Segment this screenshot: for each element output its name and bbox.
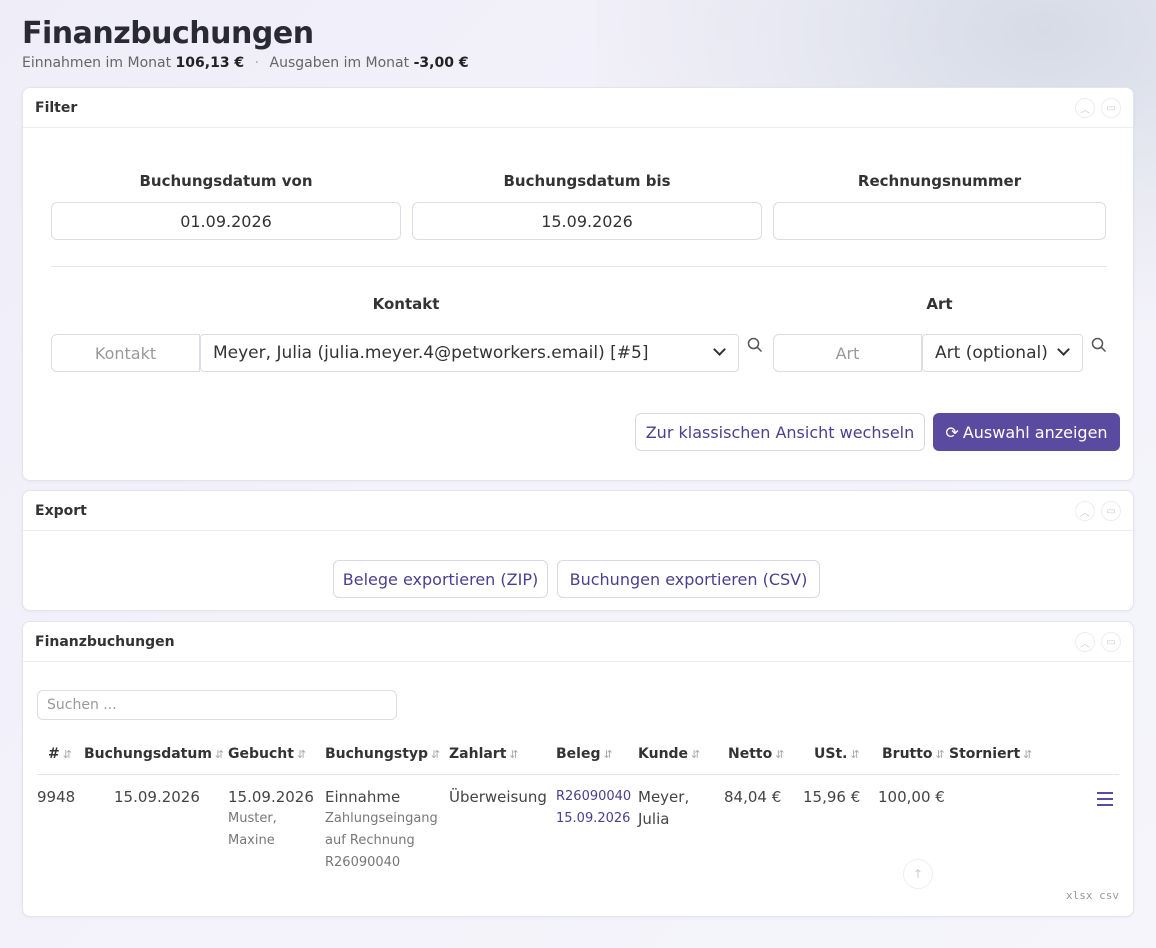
contact-select[interactable]: Meyer, Julia (julia.meyer.4@petworkers.e… [200, 334, 739, 372]
sort-icon: ⇵ [296, 748, 307, 761]
scroll-up-icon[interactable]: ↑ [903, 859, 933, 889]
column-header-receipt[interactable]: Beleg ⇵ [556, 746, 613, 762]
classic-view-button[interactable]: Zur klassischen Ansicht wechseln [635, 413, 925, 451]
invoice-number-label: Rechnungsnummer [857, 172, 1022, 190]
bookings-panel-title: Finanzbuchungen [35, 633, 175, 650]
apply-filter-button[interactable]: ⟳ Auswahl anzeigen [933, 413, 1120, 451]
sort-icon: ⇵ [691, 748, 701, 761]
filter-panel-title: Filter [35, 99, 78, 116]
receipt-date-link[interactable]: 15.09.2026 [556, 808, 631, 830]
cell-gross: 100,00 € [878, 788, 945, 806]
date-to-input[interactable]: 15.09.2026 [412, 202, 762, 240]
cell-payment-method: Überweisung [449, 788, 547, 806]
sort-icon: ⇵ [775, 748, 785, 761]
export-panel-header: Export ︿ ▭ [23, 491, 1133, 531]
date-to-label: Buchungsdatum bis [503, 172, 671, 190]
column-header-net[interactable]: Netto ⇵ [728, 746, 784, 762]
export-panel: Export ︿ ▭ Belege exportieren (ZIP) Buch… [22, 490, 1134, 611]
chevron-down-icon [713, 343, 726, 356]
bookings-panel-header: Finanzbuchungen ︿ ▭ [23, 622, 1133, 662]
page-title: Finanzbuchungen [22, 16, 314, 51]
collapse-icon[interactable]: ︿ [1075, 501, 1095, 521]
sort-icon: ⇵ [509, 748, 519, 761]
page-header: Finanzbuchungen Einnahmen im Monat 106,1… [22, 16, 469, 71]
column-header-customer[interactable]: Kunde ⇵ [638, 746, 700, 762]
expense-label: Ausgaben im Monat [269, 55, 410, 71]
export-panel-tools: ︿ ▭ [1075, 501, 1121, 521]
bookings-panel-tools: ︿ ▭ [1075, 632, 1121, 652]
collapse-icon[interactable]: ︿ [1075, 632, 1095, 652]
invoice-number-input[interactable] [773, 202, 1106, 240]
column-header-id[interactable]: # ⇵ [48, 746, 72, 762]
column-header-vat[interactable]: USt. ⇵ [814, 746, 860, 762]
sort-icon: ⇵ [431, 748, 441, 761]
cell-customer-line1: Meyer, [638, 788, 690, 806]
sort-icon: ⇵ [1023, 748, 1033, 761]
date-from-label: Buchungsdatum von [139, 172, 313, 190]
cell-type-desc-line2: auf Rechnung [325, 833, 415, 848]
column-header-gross[interactable]: Brutto ⇵ [882, 746, 945, 762]
contact-select-value: Meyer, Julia (julia.meyer.4@petworkers.e… [213, 343, 649, 363]
stats-separator: · [254, 55, 260, 71]
cell-type-desc-line1: Zahlungseingang [325, 811, 438, 826]
print-icon[interactable]: ▭ [1101, 501, 1121, 521]
cell-vat: 15,96 € [803, 788, 861, 806]
export-csv-button[interactable]: Buchungen exportieren (CSV) [557, 560, 820, 598]
sort-icon: ⇵ [935, 748, 945, 761]
column-header-booking-date[interactable]: Buchungsdatum ⇵ [84, 746, 224, 762]
type-select[interactable]: Art (optional) [922, 334, 1083, 372]
cell-booking-date: 15.09.2026 [114, 788, 200, 806]
cell-booking-type: Einnahme Zahlungseingang auf Rechnung R2… [325, 786, 438, 874]
cell-booked-date: 15.09.2026 [228, 788, 314, 806]
print-icon[interactable]: ▭ [1101, 98, 1121, 118]
refresh-icon: ⟳ [945, 422, 959, 442]
cell-customer: Meyer, Julia [638, 786, 689, 830]
export-zip-button[interactable]: Belege exportieren (ZIP) [333, 560, 548, 598]
cell-customer-line2: Julia [638, 810, 670, 828]
filter-panel-header: Filter ︿ ▭ [23, 88, 1133, 128]
column-header-booked[interactable]: Gebucht ⇵ [228, 746, 306, 762]
contact-label: Kontakt [372, 295, 440, 313]
collapse-icon[interactable]: ︿ [1075, 98, 1095, 118]
column-header-cancelled[interactable]: Storniert ⇵ [949, 746, 1032, 762]
column-header-payment-method[interactable]: Zahlart ⇵ [449, 746, 519, 762]
expense-value: -3,00 € [413, 55, 469, 71]
apply-filter-label: Auswahl anzeigen [962, 422, 1108, 442]
type-select-value: Art (optional) [935, 343, 1048, 363]
cell-booked-by-line2: Maxine [228, 833, 275, 848]
income-label: Einnahmen im Monat [22, 55, 172, 71]
income-value: 106,13 € [175, 55, 245, 71]
row-menu-icon[interactable] [1097, 792, 1113, 810]
month-stats: Einnahmen im Monat 106,13 € · Ausgaben i… [22, 55, 469, 71]
table-header-divider [37, 774, 1119, 775]
receipt-number-link[interactable]: R26090040 [556, 786, 631, 808]
filter-divider [51, 266, 1107, 267]
column-header-booking-type[interactable]: Buchungstyp ⇵ [325, 746, 440, 762]
print-icon[interactable]: ▭ [1101, 632, 1121, 652]
filter-panel: Filter ︿ ▭ Buchungsdatum von Buchungsdat… [22, 87, 1134, 481]
cell-id: 9948 [37, 788, 76, 806]
date-from-input[interactable]: 01.09.2026 [51, 202, 401, 240]
contact-search-icon[interactable] [747, 337, 763, 353]
sort-icon: ⇵ [214, 748, 225, 761]
type-search-icon[interactable] [1091, 337, 1107, 353]
contact-id-input[interactable]: Kontakt [51, 334, 200, 372]
bookings-panel: Finanzbuchungen ︿ ▭ Suchen ... # ⇵ Buchun… [22, 621, 1134, 917]
table-search-input[interactable]: Suchen ... [37, 690, 397, 720]
type-label: Art [926, 295, 953, 313]
sort-icon: ⇵ [62, 748, 72, 761]
chevron-down-icon [1057, 343, 1070, 356]
cell-type: Einnahme [325, 788, 401, 806]
sort-icon: ⇵ [850, 748, 860, 761]
table-export-links[interactable]: xlsx csv [1066, 889, 1119, 902]
sort-icon: ⇵ [603, 748, 613, 761]
cell-net: 84,04 € [724, 788, 782, 806]
cell-booked-by-line1: Muster, [228, 811, 277, 826]
cell-receipt: R26090040 15.09.2026 [556, 786, 631, 830]
filter-panel-tools: ︿ ▭ [1075, 98, 1121, 118]
cell-booked: 15.09.2026 Muster, Maxine [228, 786, 314, 852]
type-id-input[interactable]: Art [773, 334, 922, 372]
export-panel-title: Export [35, 502, 87, 519]
cell-type-desc-line3: R26090040 [325, 855, 401, 870]
